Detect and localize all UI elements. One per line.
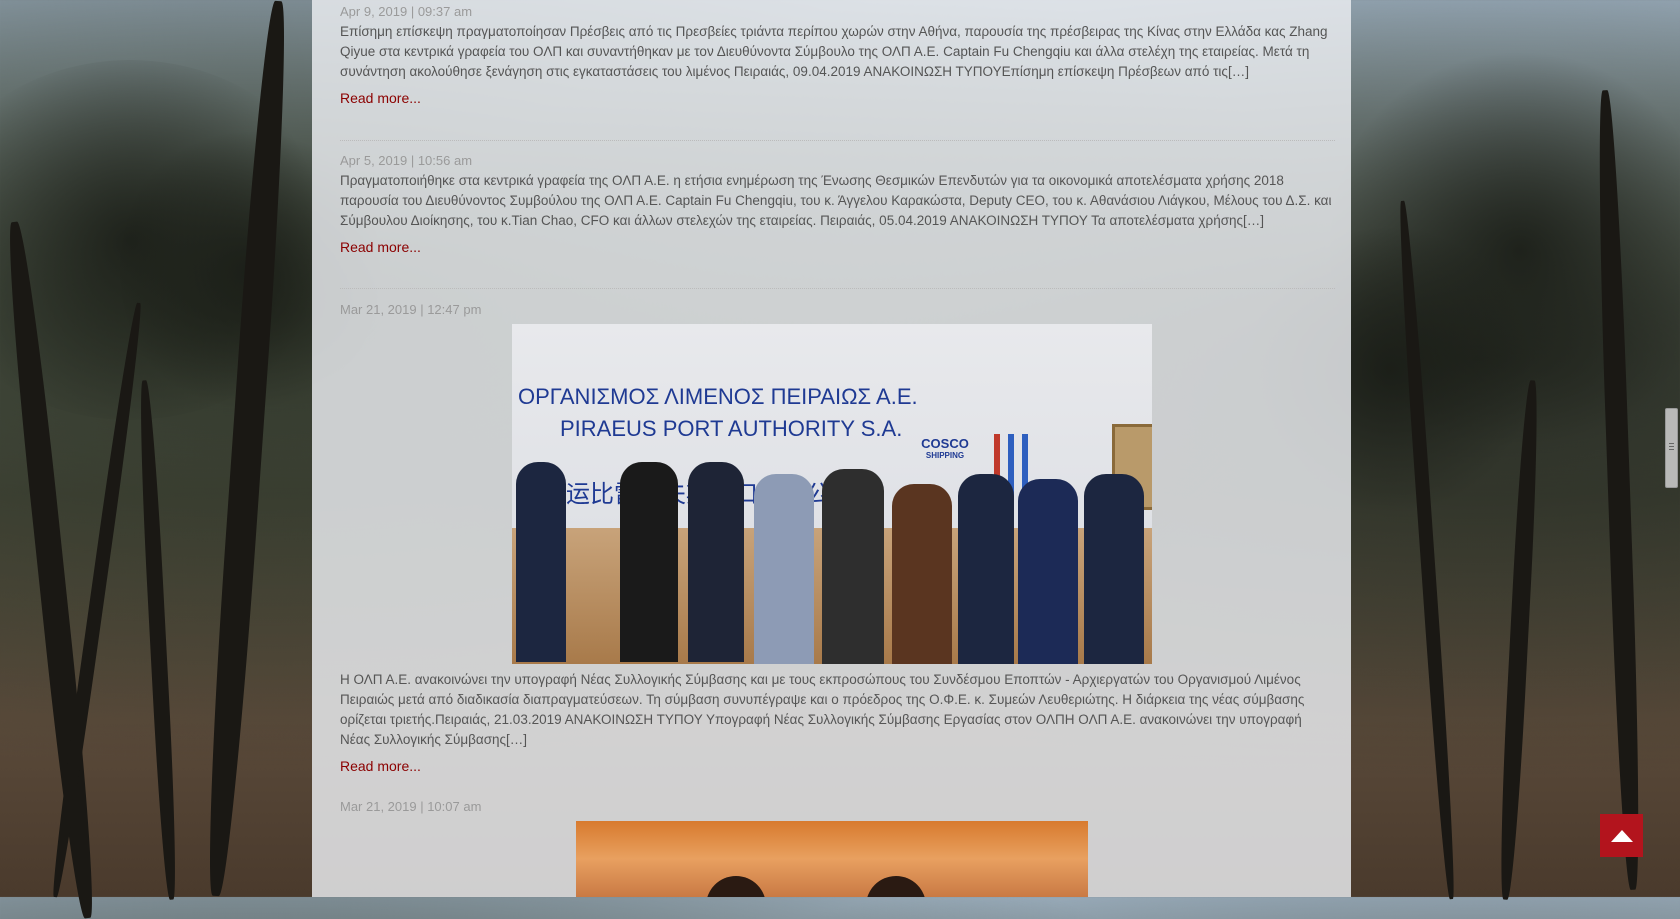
post-image[interactable]: ΟΡΓΑΝΙΣΜΟΣ ΛΙΜΕΝΟΣ ΠΕΙΡΑΙΩΣ Α.Ε. PIRAEUS… (512, 324, 1152, 664)
post-excerpt: Η ΟΛΠ Α.Ε. ανακοινώνει την υπογραφή Νέας… (340, 672, 1305, 747)
read-more-link[interactable]: Read more... (340, 90, 421, 106)
post-date: Mar 21, 2019 | 10:07 am (340, 799, 482, 814)
photo-sign-english: PIRAEUS PORT AUTHORITY S.A. (560, 416, 903, 441)
cosco-logo: COSCO SHIPPING (921, 436, 969, 460)
post-image[interactable] (576, 821, 1088, 897)
divider (340, 288, 1335, 289)
divider (340, 140, 1335, 141)
post-item: Apr 5, 2019 | 10:56 am Πραγματοποιήθηκε … (340, 153, 1335, 257)
post-date: Mar 21, 2019 | 12:47 pm (340, 302, 482, 317)
read-more-link[interactable]: Read more... (340, 758, 421, 774)
chevron-up-icon (1610, 829, 1633, 842)
post-item: Η ΟΛΠ Α.Ε. ανακοινώνει την υπογραφή Νέας… (340, 670, 1335, 776)
post-date: Apr 9, 2019 | 09:37 am (340, 4, 473, 19)
post-item: Mar 21, 2019 | 10:07 am (340, 799, 1335, 814)
read-more-link[interactable]: Read more... (340, 239, 421, 255)
post-date: Apr 5, 2019 | 10:56 am (340, 153, 473, 168)
content-column: Apr 9, 2019 | 09:37 am Επίσημη επίσκεψη … (312, 0, 1351, 897)
page-scrollbar[interactable] (1663, 0, 1680, 897)
scrollbar-thumb[interactable] (1665, 408, 1678, 488)
post-item: Apr 9, 2019 | 09:37 am Επίσημη επίσκεψη … (340, 4, 1335, 108)
post-excerpt: Επίσημη επίσκεψη πραγματοποίησαν Πρέσβει… (340, 24, 1328, 79)
photo-sign-greek: ΟΡΓΑΝΙΣΜΟΣ ΛΙΜΕΝΟΣ ΠΕΙΡΑΙΩΣ Α.Ε. (518, 384, 918, 409)
back-to-top-button[interactable] (1600, 814, 1643, 857)
post-item: Mar 21, 2019 | 12:47 pm (340, 302, 1335, 317)
post-excerpt: Πραγματοποιήθηκε στα κεντρικά γραφεία τη… (340, 173, 1332, 228)
